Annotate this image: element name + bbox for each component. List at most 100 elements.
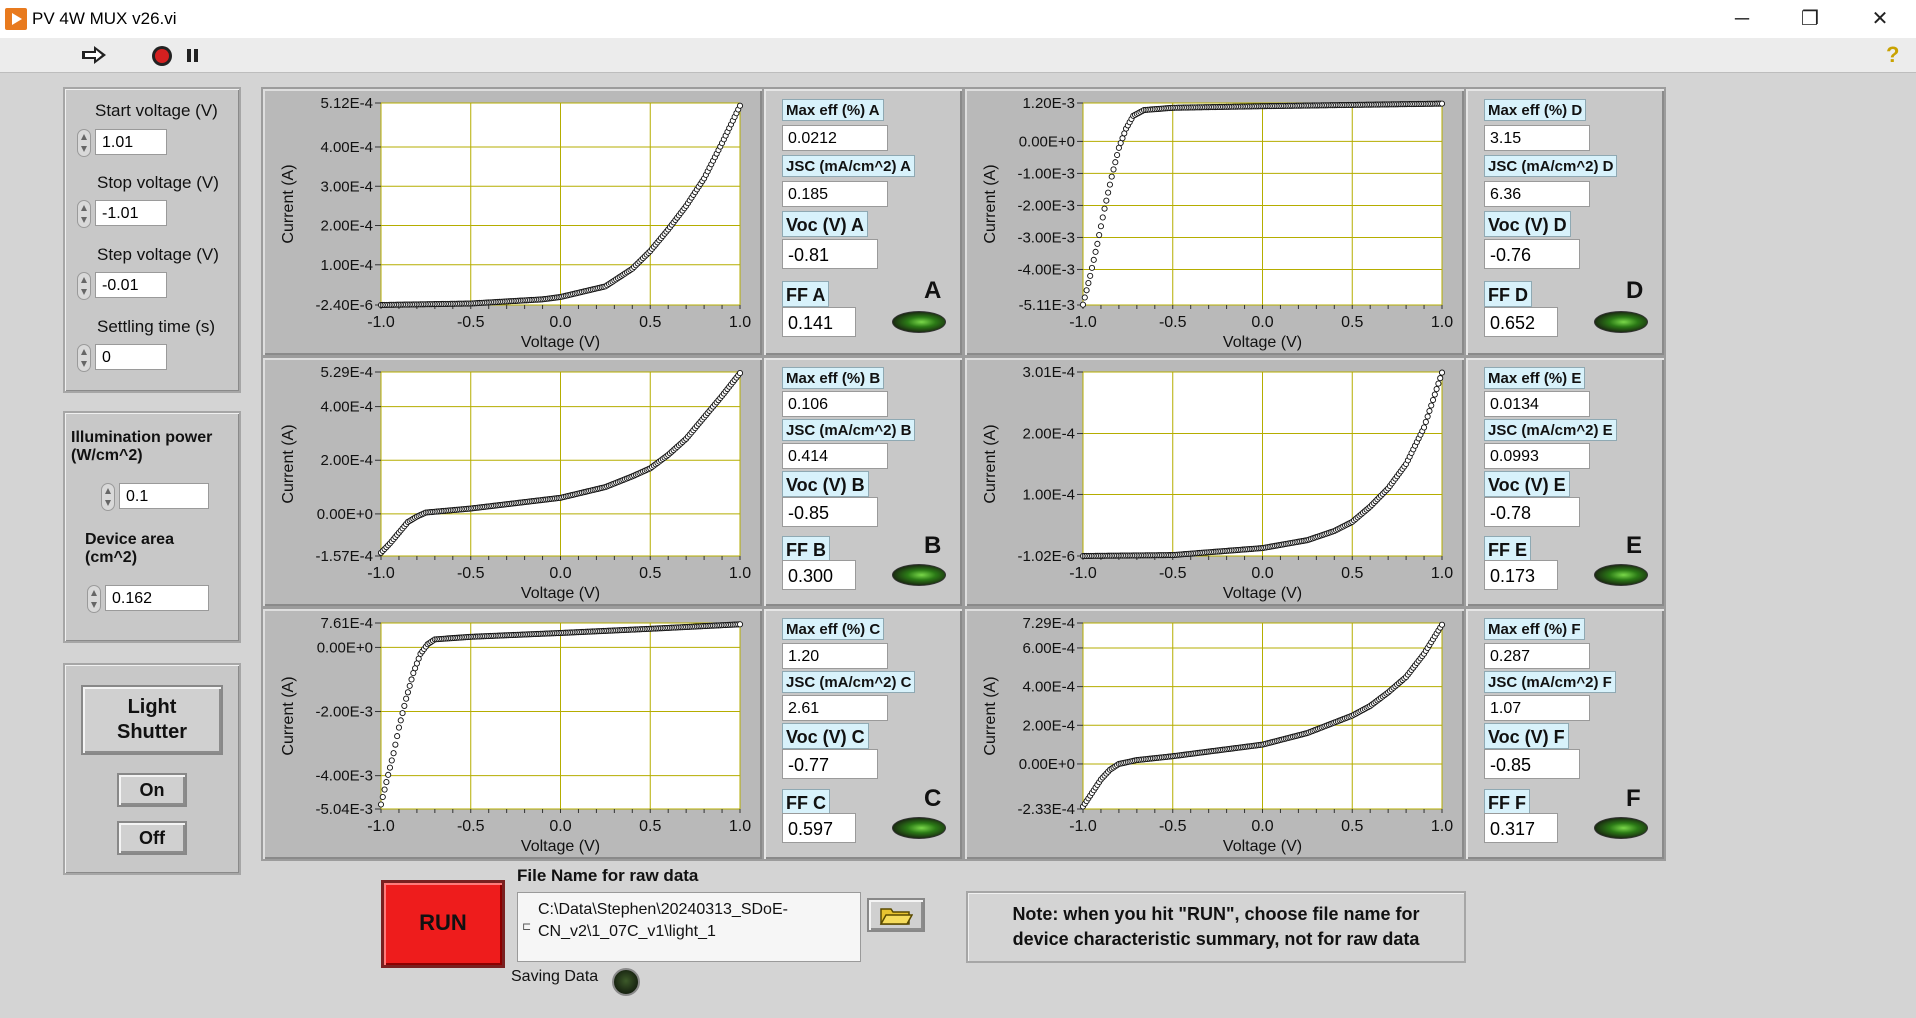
data-point [390, 750, 397, 757]
ff-value-e: 0.173 [1484, 560, 1558, 590]
x-tick-label: -1.0 [1069, 818, 1097, 835]
jsc-label-f: JSC (mA/cm^2) F [1484, 671, 1616, 693]
data-point [1094, 240, 1101, 247]
device-letter-a: A [924, 277, 942, 304]
voc-label-f: Voc (V) F [1484, 723, 1569, 749]
start-voltage-spinner[interactable] [77, 129, 91, 157]
iv-plot-e: -1.0 -0.5 0.0 0.5 1.0 -1.02E-6 1.00E-4 2.00E-4 3… [982, 364, 1453, 602]
x-tick-label: -0.5 [457, 565, 485, 582]
data-point [1110, 166, 1117, 173]
browse-folder-button[interactable] [867, 898, 925, 932]
step-voltage-field[interactable]: -0.01 [95, 272, 167, 298]
x-tick-label: 0.5 [1341, 565, 1363, 582]
iv-graph-d[interactable]: -1.0 -0.5 0.0 0.5 1.0 -5.11E-3 -4.00E-3 -3.00E-… [963, 87, 1466, 357]
settling-time-spinner[interactable] [77, 344, 91, 372]
x-tick-label: 1.0 [729, 314, 751, 331]
y-tick-label: 5.12E-4 [320, 95, 373, 112]
pause-icon[interactable] [184, 44, 202, 66]
vi-toolbar: ? [0, 38, 1916, 73]
step-voltage-spinner[interactable] [77, 272, 91, 300]
ff-value-f: 0.317 [1484, 813, 1558, 843]
y-tick-label: 2.00E-4 [1022, 426, 1075, 443]
x-tick-label: 1.0 [1431, 314, 1453, 331]
max-eff-label-f: Max eff (%) F [1484, 618, 1585, 640]
iv-plot-d: -1.0 -0.5 0.0 0.5 1.0 -5.11E-3 -4.00E-3 -3.00E-… [982, 95, 1453, 351]
iv-plot-f: -1.0 -0.5 0.0 0.5 1.0 -2.33E-4 0.00E+0 2.00E-4 4… [982, 615, 1453, 855]
y-axis-label: Current (A) [982, 164, 999, 243]
abort-icon[interactable] [150, 44, 174, 66]
x-tick-label: 1.0 [1431, 818, 1453, 835]
file-path-field[interactable]: ⊏ C:\Data\Stephen\20240313_SDoE- CN_v2\1… [517, 892, 861, 962]
x-tick-label: 0.0 [549, 565, 571, 582]
x-tick-label: -1.0 [1069, 565, 1097, 582]
illumination-power-spinner[interactable] [101, 483, 115, 511]
x-tick-label: -0.5 [457, 314, 485, 331]
data-point [1079, 301, 1087, 308]
x-axis-label: Voltage (V) [1223, 334, 1302, 351]
data-point [1429, 396, 1437, 404]
ff-label-e: FF E [1484, 536, 1531, 562]
start-voltage-field[interactable]: 1.01 [95, 129, 167, 155]
y-axis-label: Current (A) [280, 164, 297, 243]
run-button[interactable]: RUN [381, 880, 505, 968]
voc-label-c: Voc (V) C [782, 723, 869, 749]
voc-value-b: -0.85 [782, 497, 878, 527]
y-tick-label: -1.02E-6 [1017, 548, 1075, 565]
device-status-led-c [892, 817, 946, 839]
minimize-button[interactable]: ─ [1714, 0, 1770, 38]
ff-value-b: 0.300 [782, 560, 856, 590]
voc-label-d: Voc (V) D [1484, 211, 1571, 237]
iv-graph-f[interactable]: -1.0 -0.5 0.0 0.5 1.0 -2.33E-4 0.00E+0 2.00E-4 4… [963, 607, 1466, 861]
y-tick-label: -4.00E-3 [315, 768, 373, 785]
close-button[interactable]: ✕ [1852, 0, 1908, 38]
device-area-field[interactable]: 0.162 [105, 585, 209, 611]
ff-label-f: FF F [1484, 789, 1530, 815]
x-tick-label: 0.5 [639, 818, 661, 835]
help-icon[interactable]: ? [1886, 44, 1899, 66]
y-axis-label: Current (A) [280, 424, 297, 503]
data-point [404, 689, 411, 696]
device-status-led-e [1594, 564, 1648, 586]
x-tick-label: -0.5 [1159, 314, 1187, 331]
illumination-power-field[interactable]: 0.1 [119, 483, 209, 509]
stop-voltage-spinner[interactable] [77, 200, 91, 228]
data-point [1099, 214, 1106, 221]
settling-time-field[interactable]: 0 [95, 344, 167, 370]
data-point [1083, 287, 1090, 294]
x-tick-label: -0.5 [1159, 818, 1187, 835]
iv-graph-c[interactable]: -1.0 -0.5 0.0 0.5 1.0 -5.04E-3 -4.00E-3 -2.00E-… [261, 607, 764, 861]
iv-graph-a[interactable]: -1.0 -0.5 0.0 0.5 1.0 -2.40E-6 1.00E-4 2.00E-4 3… [261, 87, 764, 357]
jsc-value-b: 0.414 [782, 443, 888, 469]
jsc-label-a: JSC (mA/cm^2) A [782, 155, 915, 177]
iv-graph-b[interactable]: -1.0 -0.5 0.0 0.5 1.0 -1.57E-4 0.00E+0 2.00E-4 4… [261, 356, 764, 608]
light-shutter-button[interactable]: Light Shutter [81, 685, 223, 755]
run-arrow-icon[interactable] [80, 44, 108, 66]
y-axis-label: Current (A) [280, 676, 297, 755]
stop-voltage-field[interactable]: -1.01 [95, 200, 167, 226]
jsc-value-a: 0.185 [782, 181, 888, 207]
shutter-on-button[interactable]: On [117, 773, 187, 807]
data-point [1088, 264, 1096, 271]
device-area-spinner[interactable] [87, 585, 101, 613]
data-point [1081, 294, 1088, 301]
y-tick-label: 2.00E-4 [1022, 717, 1075, 734]
data-point [383, 779, 390, 786]
iv-graph-e[interactable]: -1.0 -0.5 0.0 0.5 1.0 -1.02E-6 1.00E-4 2.00E-4 3… [963, 356, 1466, 608]
data-point [379, 793, 386, 801]
data-point [377, 801, 385, 808]
voc-value-d: -0.76 [1484, 239, 1580, 269]
jsc-label-c: JSC (mA/cm^2) C [782, 671, 916, 693]
y-tick-label: -1.00E-3 [1017, 165, 1075, 182]
shutter-off-button[interactable]: Off [117, 821, 187, 855]
data-point [397, 717, 404, 724]
data-point [1085, 280, 1092, 287]
y-tick-label: -2.33E-4 [1017, 801, 1075, 818]
max-eff-value-e: 0.0134 [1484, 391, 1590, 417]
restore-button[interactable]: ❐ [1782, 0, 1838, 38]
results-panel-a: Max eff (%) A 0.0212 JSC (mA/cm^2) A 0.185 V… [762, 87, 964, 357]
data-point [1097, 223, 1104, 230]
y-tick-label: -4.00E-3 [1017, 261, 1075, 278]
x-tick-label: -1.0 [367, 314, 395, 331]
max-eff-value-f: 0.287 [1484, 643, 1590, 669]
jsc-label-b: JSC (mA/cm^2) B [782, 419, 916, 441]
